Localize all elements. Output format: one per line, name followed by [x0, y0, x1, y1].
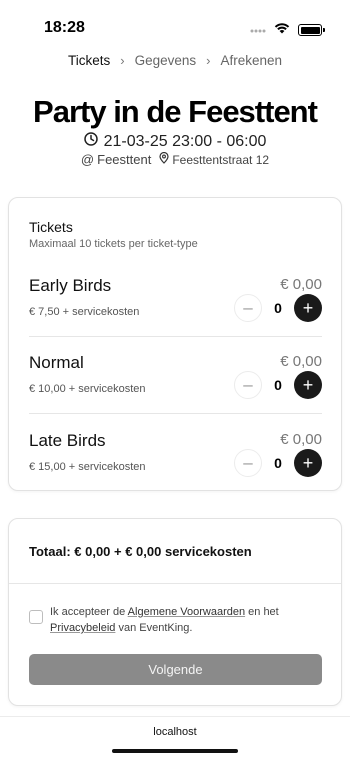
- ticket-row-late-birds: Late Birds € 15,00 + servicekosten € 0,0…: [29, 431, 322, 509]
- breadcrumb-tickets[interactable]: Tickets: [68, 53, 110, 68]
- quantity-value: 0: [274, 377, 282, 393]
- total-amount: Totaal: € 0,00 + € 0,00 servicekosten: [29, 544, 252, 559]
- ticket-price: € 0,00: [280, 431, 322, 448]
- ticket-row-normal: Normal € 10,00 + servicekosten € 0,00 – …: [29, 353, 322, 431]
- quantity-stepper: – 0 +: [234, 371, 322, 399]
- battery-icon: [298, 24, 325, 36]
- url-bar[interactable]: localhost: [0, 726, 350, 738]
- event-date: 21-03-25 23:00 - 06:00: [103, 132, 267, 150]
- chevron-right-icon: ›: [120, 53, 125, 68]
- chevron-right-icon: ›: [206, 53, 211, 68]
- home-indicator[interactable]: [112, 749, 238, 753]
- status-time: 18:28: [44, 19, 85, 36]
- ticket-name: Normal: [29, 353, 84, 372]
- breadcrumb-afrekenen[interactable]: Afrekenen: [220, 53, 282, 68]
- terms-row: Ik accepteer de Algemene Voorwaarden en …: [29, 604, 322, 636]
- event-address: Feesttentstraat 12: [159, 151, 270, 167]
- breadcrumb-gegevens[interactable]: Gegevens: [135, 53, 197, 68]
- quantity-stepper: – 0 +: [234, 294, 322, 322]
- ticket-row-early-birds: Early Birds € 7,50 + servicekosten € 0,0…: [29, 276, 322, 354]
- quantity-value: 0: [274, 300, 282, 316]
- at-icon: @: [80, 152, 95, 167]
- terms-checkbox[interactable]: [29, 610, 43, 624]
- next-button[interactable]: Volgende: [29, 654, 322, 685]
- quantity-stepper: – 0 +: [234, 449, 322, 477]
- ticket-fee: € 7,50 + servicekosten: [29, 306, 140, 318]
- event-venue: @ Feesttent: [81, 152, 151, 167]
- tickets-card-title: Tickets: [29, 219, 73, 235]
- ticket-name: Early Birds: [29, 276, 112, 295]
- wifi-icon: [274, 21, 290, 39]
- divider: [29, 336, 322, 337]
- ticket-fee: € 15,00 + servicekosten: [29, 461, 146, 473]
- event-address-label: Feesttentstraat 12: [172, 152, 270, 167]
- tickets-card: Tickets Maximaal 10 tickets per ticket-t…: [8, 197, 342, 491]
- status-icons: [250, 21, 325, 39]
- terms-text-part: en het: [245, 606, 279, 618]
- clock-icon: [83, 132, 98, 151]
- minus-button[interactable]: –: [234, 371, 262, 399]
- checkout-card: Totaal: € 0,00 + € 0,00 servicekosten Ik…: [8, 518, 342, 706]
- status-bar: 18:28: [0, 0, 350, 50]
- quantity-value: 0: [274, 455, 282, 471]
- minus-button[interactable]: –: [234, 449, 262, 477]
- event-venue-label: Feesttent: [97, 152, 152, 167]
- plus-button[interactable]: +: [294, 294, 322, 322]
- privacy-link[interactable]: Privacybeleid: [50, 622, 115, 634]
- ticket-name: Late Birds: [29, 431, 106, 450]
- terms-text-part: Ik accepteer de: [50, 606, 128, 618]
- ticket-price: € 0,00: [280, 353, 322, 370]
- ticket-fee: € 10,00 + servicekosten: [29, 383, 146, 395]
- ticket-price: € 0,00: [280, 276, 322, 293]
- event-date-row: 21-03-25 23:00 - 06:00: [0, 132, 350, 151]
- plus-button[interactable]: +: [294, 371, 322, 399]
- plus-button[interactable]: +: [294, 449, 322, 477]
- map-pin-icon: [159, 151, 169, 167]
- divider: [9, 583, 341, 584]
- divider: [29, 413, 322, 414]
- minus-button[interactable]: –: [234, 294, 262, 322]
- breadcrumb: Tickets › Gegevens › Afrekenen: [0, 53, 350, 68]
- divider: [0, 716, 350, 717]
- terms-link[interactable]: Algemene Voorwaarden: [128, 606, 245, 618]
- terms-text-part: van EventKing.: [115, 622, 193, 634]
- tickets-card-subtitle: Maximaal 10 tickets per ticket-type: [29, 238, 198, 250]
- terms-text: Ik accepteer de Algemene Voorwaarden en …: [50, 604, 322, 636]
- event-title: Party in de Feesttent: [33, 94, 318, 129]
- signal-dots-icon: [250, 21, 266, 39]
- event-location-row: @ Feesttent Feesttentstraat 12: [0, 151, 350, 167]
